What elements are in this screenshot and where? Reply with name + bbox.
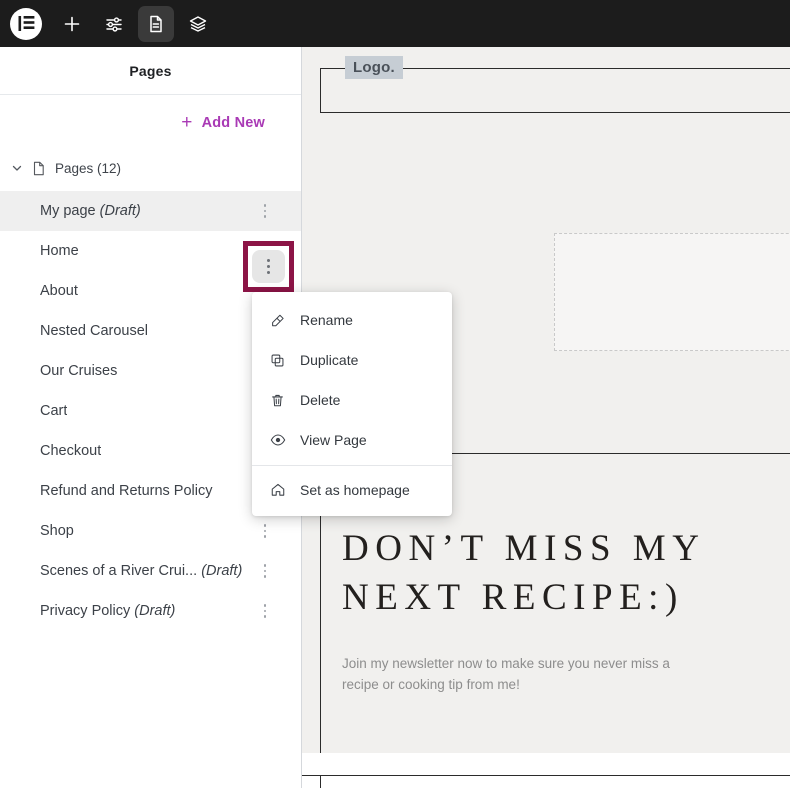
site-logo[interactable]: Logo. (345, 56, 403, 79)
eye-icon (269, 432, 286, 449)
highlighted-page-options-button[interactable] (243, 241, 294, 292)
page-name-nested-carousel: Nested Carousel (40, 323, 148, 339)
page-options-button[interactable] (255, 198, 275, 224)
page-context-menu: Rename Duplicate Delete View Page Set as… (252, 292, 452, 516)
menu-item-rename[interactable]: Rename (252, 300, 452, 340)
menu-item-view-page[interactable]: View Page (252, 420, 452, 460)
page-name-refund-and-returns-policy: Refund and Returns Policy (40, 483, 213, 499)
page-name-home: Home (40, 243, 79, 259)
elementor-logo-icon[interactable] (10, 7, 42, 40)
pages-group-header[interactable]: Pages (12) (0, 151, 301, 185)
document-outline-icon (32, 161, 46, 176)
menu-item-label: View Page (300, 432, 367, 448)
menu-divider (252, 465, 452, 466)
page-name-cart: Cart (40, 403, 68, 419)
list-item[interactable]: My page (Draft) (0, 191, 301, 231)
plus-icon: + (181, 111, 193, 133)
page-name-scenes-of-a-river-cruise: Scenes of a River Crui... (Draft) (40, 563, 243, 579)
empty-placeholder-box[interactable] (554, 233, 790, 351)
kebab-icon (252, 250, 285, 283)
menu-item-duplicate[interactable]: Duplicate (252, 340, 452, 380)
layers-icon[interactable] (180, 6, 216, 42)
page-name-shop: Shop (40, 523, 74, 539)
page-options-button[interactable] (255, 558, 275, 584)
menu-item-set-as-homepage[interactable]: Set as homepage (252, 470, 452, 510)
list-item[interactable]: Scenes of a River Crui... (Draft) (0, 551, 301, 591)
newsletter-subtext: Join my newsletter now to make sure you … (342, 656, 670, 692)
pencil-eraser-icon (269, 312, 286, 329)
page-options-button[interactable] (255, 598, 275, 624)
add-new-button[interactable]: + Add New (181, 111, 265, 133)
pages-group-label: Pages (12) (55, 160, 122, 176)
page-name-about: About (40, 283, 78, 299)
newsletter-heading: DON’T MISS MY NEXT RECIPE:) (342, 528, 706, 618)
menu-item-label: Set as homepage (300, 482, 410, 498)
list-item[interactable]: Privacy Policy (Draft) (0, 591, 301, 631)
chevron-down-icon (11, 162, 23, 174)
add-new-row: + Add New (0, 95, 301, 151)
page-name-our-cruises: Our Cruises (40, 363, 118, 379)
home-icon (269, 482, 286, 499)
document-icon[interactable] (138, 5, 174, 42)
menu-item-label: Duplicate (300, 352, 359, 368)
bottom-section-divider (302, 775, 790, 776)
page-title: Pages (129, 62, 172, 79)
add-new-label: Add New (201, 115, 265, 131)
menu-item-label: Delete (300, 392, 341, 408)
page-options-button[interactable] (255, 518, 275, 544)
page-name-checkout: Checkout (40, 443, 102, 459)
copy-icon (269, 352, 286, 369)
trash-icon (269, 392, 286, 409)
top-toolbar (0, 0, 790, 47)
page-name-my-page: My page (Draft) (40, 203, 141, 219)
plus-icon[interactable] (54, 6, 90, 42)
menu-item-delete[interactable]: Delete (252, 380, 452, 420)
panel-header: Pages (0, 47, 301, 95)
page-name-privacy-policy: Privacy Policy (Draft) (40, 603, 176, 619)
list-item[interactable]: Shop (0, 511, 301, 551)
bottom-section-left-border (320, 775, 321, 788)
menu-item-label: Rename (300, 312, 353, 328)
sliders-icon[interactable] (96, 6, 132, 42)
elementor-editor: Pages + Add New Pages (12) My page (Draf… (0, 0, 790, 788)
